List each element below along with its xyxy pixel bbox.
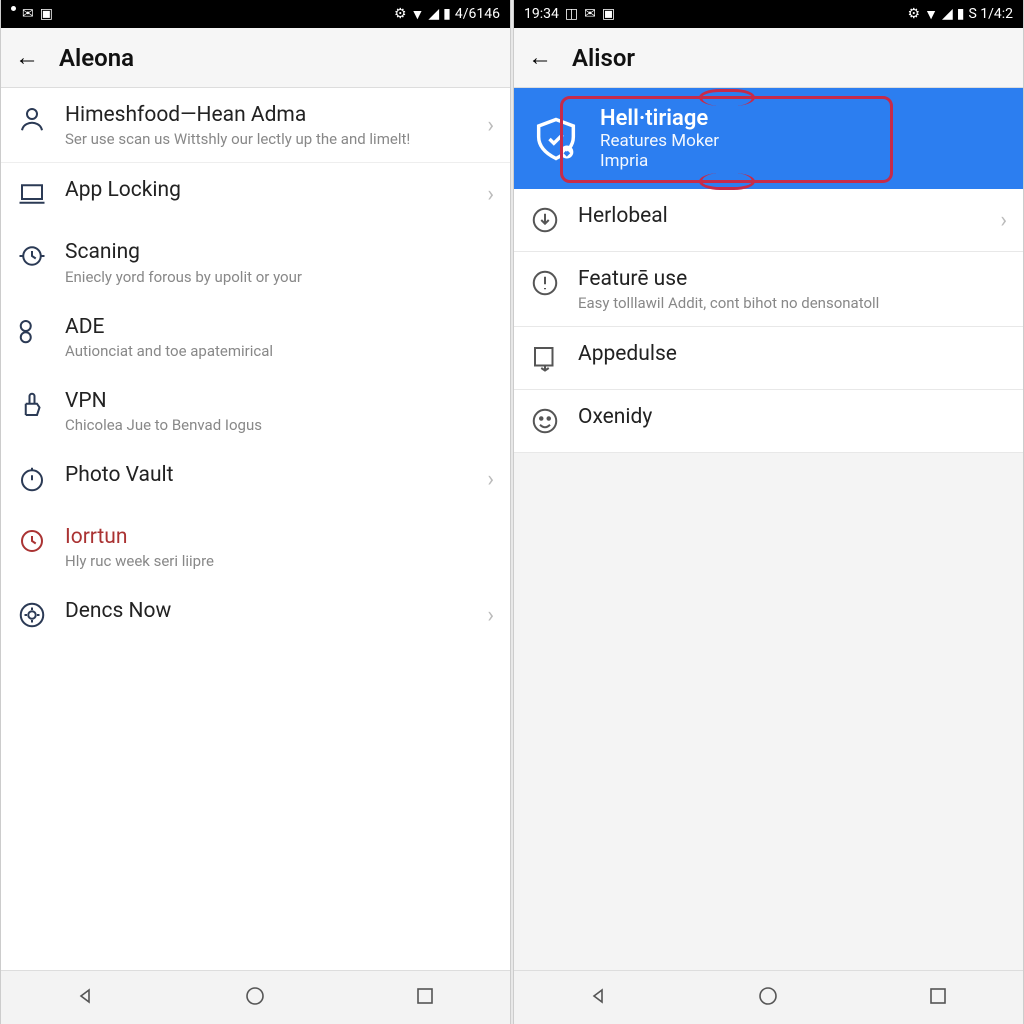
alert-circle-icon: [528, 266, 562, 300]
page-title: Aleona: [59, 44, 134, 72]
item-vpn[interactable]: VPN Chicolea Jue to Benvad Iogus: [1, 374, 510, 448]
chevron-right-icon: ›: [487, 113, 494, 138]
nav-bar: [514, 970, 1023, 1024]
item-subtitle: Chicolea Jue to Benvad Iogus: [65, 416, 494, 434]
status-bar: ✉ ▣ ⚙ ▼ ◢ ▮ 4/6146: [1, 0, 510, 28]
status-right-text: S 1/4:2: [968, 6, 1013, 22]
item-subtitle: Easy tolllawil Addit, cont bihot no dens…: [578, 294, 1007, 312]
wifi-icon: ▼: [924, 6, 938, 23]
chevron-right-icon: ›: [1000, 208, 1007, 233]
clock-red-icon: [15, 524, 49, 558]
app-bar: ← Alisor: [514, 28, 1023, 88]
chevron-right-icon: ›: [487, 467, 494, 492]
banner-sub2: Impria: [600, 151, 719, 171]
nav-home-icon[interactable]: [243, 984, 267, 1012]
item-title: Dencs Now: [65, 598, 471, 624]
status-bar: 19:34 ◫ ✉ ▣ ⚙ ▼ ◢ ▮ S 1/4:2: [514, 0, 1023, 28]
nav-recent-icon[interactable]: [926, 984, 950, 1012]
item-title: Iorrtun: [65, 524, 494, 550]
item-title: Herlobeal: [578, 203, 984, 229]
timer-icon: [15, 462, 49, 496]
gear-circle-icon: [15, 598, 49, 632]
banner-sub1: Reatures Moker: [600, 131, 719, 151]
item-photo-vault[interactable]: Photo Vault ›: [1, 448, 510, 510]
item-subtitle: Eniecly yord forous by upolit or your: [65, 268, 494, 286]
chevron-right-icon: ›: [487, 182, 494, 207]
note-icon: ▣: [602, 6, 615, 22]
settings-list: Himeshfood—Hean Adma Ser use scan us Wit…: [1, 88, 510, 970]
clock-scan-icon: [15, 239, 49, 273]
item-oxenidy[interactable]: Oxenidy: [514, 390, 1023, 453]
signal-icon: ◢: [942, 6, 953, 22]
user-icon: [15, 102, 49, 136]
mail-icon: ✉: [584, 6, 596, 22]
item-herlobeal[interactable]: Herlobeal ›: [514, 189, 1023, 252]
back-button[interactable]: ←: [528, 43, 552, 72]
nav-bar: [1, 970, 510, 1024]
item-feature-use[interactable]: Featurē use Easy tolllawil Addit, cont b…: [514, 252, 1023, 327]
battery-icon: ▮: [443, 6, 451, 22]
item-app-locking[interactable]: App Locking ›: [1, 163, 510, 225]
item-title: Photo Vault: [65, 462, 471, 488]
item-title: Scaning: [65, 239, 494, 265]
export-icon: [528, 341, 562, 375]
item-title: App Locking: [65, 177, 471, 203]
laptop-icon: [15, 177, 49, 211]
item-appedulse[interactable]: Appedulse: [514, 327, 1023, 390]
item-ade[interactable]: ADE Autionciat and toe apatemirical: [1, 300, 510, 374]
net-icon: ⚙: [908, 6, 921, 22]
item-subtitle: Ser use scan us Wittshly our lectly up t…: [65, 130, 471, 148]
thumb-icon: [15, 388, 49, 422]
item-title: ADE: [65, 314, 494, 340]
chevron-right-icon: ›: [487, 603, 494, 628]
download-circle-icon: [528, 203, 562, 237]
wifi-icon: ▼: [411, 6, 425, 23]
item-subtitle: Autionciat and toe apatemirical: [65, 342, 494, 360]
nav-back-icon[interactable]: [74, 984, 98, 1012]
feature-banner[interactable]: Hell·tiriage Reatures Moker Impria: [514, 88, 1023, 189]
item-himeshfood[interactable]: Himeshfood—Hean Adma Ser use scan us Wit…: [1, 88, 510, 163]
signal-icon: ◫: [565, 6, 578, 22]
item-iorrtun[interactable]: Iorrtun Hly ruc week seri liipre: [1, 510, 510, 584]
glasses-icon: [15, 314, 49, 348]
note-icon: ▣: [40, 6, 53, 22]
battery-icon: ▮: [957, 6, 965, 22]
settings-list: Hell·tiriage Reatures Moker Impria Herlo…: [514, 88, 1023, 970]
emoji-icon: [528, 404, 562, 438]
item-dencs-now[interactable]: Dencs Now ›: [1, 584, 510, 646]
status-dot-icon: [11, 6, 16, 11]
item-title: Appedulse: [578, 341, 1007, 367]
app-bar: ← Aleona: [1, 28, 510, 88]
signal-icon: ◢: [428, 6, 439, 22]
page-title: Alisor: [572, 44, 635, 72]
item-title: Oxenidy: [578, 404, 1007, 430]
item-title: Himeshfood—Hean Adma: [65, 102, 471, 128]
item-scanning[interactable]: Scaning Eniecly yord forous by upolit or…: [1, 225, 510, 299]
nav-recent-icon[interactable]: [413, 984, 437, 1012]
item-subtitle: Hly ruc week seri liipre: [65, 552, 494, 570]
status-time: 19:34: [524, 6, 559, 22]
banner-title: Hell·tiriage: [600, 106, 719, 131]
shield-check-icon: [530, 113, 582, 165]
net-icon: ⚙: [394, 6, 407, 22]
nav-back-icon[interactable]: [587, 984, 611, 1012]
item-title: VPN: [65, 388, 494, 414]
status-right-text: 4/6146: [455, 6, 500, 22]
mail-icon: ✉: [22, 6, 34, 22]
item-title: Featurē use: [578, 266, 1007, 292]
nav-home-icon[interactable]: [756, 984, 780, 1012]
back-button[interactable]: ←: [15, 43, 39, 72]
